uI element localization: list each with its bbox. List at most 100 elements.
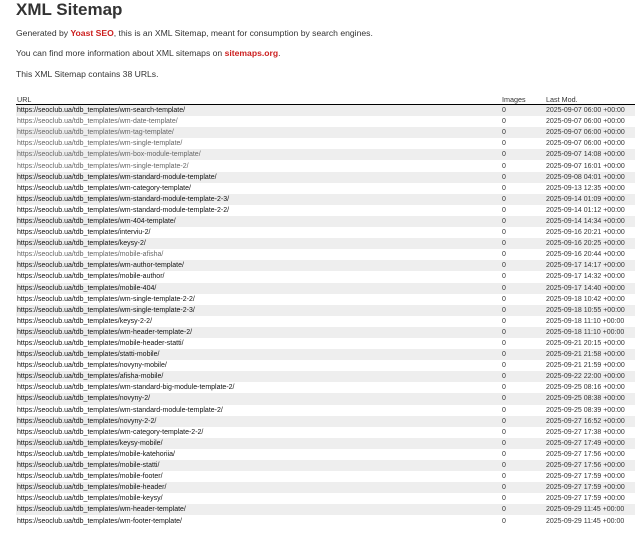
last-mod-cell: 2025-09-27 17:59 +00:00 xyxy=(545,471,635,483)
sitemap-url-link[interactable]: https://seoclub.ua/tdb_templates/wm-date… xyxy=(17,118,178,125)
last-mod-cell: 2025-09-27 17:59 +00:00 xyxy=(545,493,635,505)
images-count-cell: 0 xyxy=(501,104,545,117)
sitemap-url-link[interactable]: https://seoclub.ua/tdb_templates/wm-head… xyxy=(17,329,192,336)
sitemap-url-link[interactable]: https://seoclub.ua/tdb_templates/mobile-… xyxy=(17,462,159,469)
url-cell: https://seoclub.ua/tdb_templates/mobile-… xyxy=(16,282,501,294)
sitemap-url-link[interactable]: https://seoclub.ua/tdb_templates/afisha-… xyxy=(17,373,163,380)
sitemap-url-link[interactable]: https://seoclub.ua/tdb_templates/mobile-… xyxy=(17,495,163,502)
url-cell: https://seoclub.ua/tdb_templates/wm-box-… xyxy=(16,149,501,161)
last-mod-cell: 2025-09-27 17:38 +00:00 xyxy=(545,426,635,438)
sitemap-url-link[interactable]: https://seoclub.ua/tdb_templates/wm-stan… xyxy=(17,174,217,181)
last-mod-cell: 2025-09-27 16:52 +00:00 xyxy=(545,415,635,427)
table-row: https://seoclub.ua/tdb_templates/novyny-… xyxy=(16,393,635,405)
last-mod-cell: 2025-09-16 20:44 +00:00 xyxy=(545,249,635,261)
sitemap-url-link[interactable]: https://seoclub.ua/tdb_templates/wm-tag-… xyxy=(17,129,174,136)
sitemap-url-link[interactable]: https://seoclub.ua/tdb_templates/wm-auth… xyxy=(17,262,184,269)
last-mod-cell: 2025-09-18 11:10 +00:00 xyxy=(545,326,635,338)
url-cell: https://seoclub.ua/tdb_templates/mobile-… xyxy=(16,448,501,460)
images-count-cell: 0 xyxy=(501,238,545,250)
sitemap-url-link[interactable]: https://seoclub.ua/tdb_templates/mobile-… xyxy=(17,273,164,280)
images-count-cell: 0 xyxy=(501,371,545,383)
sitemap-url-link[interactable]: https://seoclub.ua/tdb_templates/wm-cate… xyxy=(17,429,203,436)
table-row: https://seoclub.ua/tdb_templates/mobile-… xyxy=(16,282,635,294)
url-cell: https://seoclub.ua/tdb_templates/novyny-… xyxy=(16,360,501,372)
images-count-cell: 0 xyxy=(501,249,545,261)
sitemap-url-link[interactable]: https://seoclub.ua/tdb_templates/wm-404-… xyxy=(17,218,176,225)
url-cell: https://seoclub.ua/tdb_templates/keysy-2… xyxy=(16,315,501,327)
sitemap-url-link[interactable]: https://seoclub.ua/tdb_templates/keysy-2… xyxy=(17,318,152,325)
images-count-cell: 0 xyxy=(501,271,545,283)
last-mod-cell: 2025-09-29 11:45 +00:00 xyxy=(545,504,635,516)
last-mod-cell: 2025-09-14 01:09 +00:00 xyxy=(545,193,635,205)
url-cell: https://seoclub.ua/tdb_templates/wm-404-… xyxy=(16,215,501,228)
sitemap-url-link[interactable]: https://seoclub.ua/tdb_templates/mobile-… xyxy=(17,285,156,292)
table-row: https://seoclub.ua/tdb_templates/mobile-… xyxy=(16,448,635,460)
sitemap-url-link[interactable]: https://seoclub.ua/tdb_templates/wm-stan… xyxy=(17,207,229,214)
sitemap-url-link[interactable]: https://seoclub.ua/tdb_templates/mobile-… xyxy=(17,473,163,480)
url-count-text: This XML Sitemap contains 38 URLs. xyxy=(16,69,159,79)
sitemap-url-link[interactable]: https://seoclub.ua/tdb_templates/intervi… xyxy=(17,229,150,236)
sitemap-url-link[interactable]: https://seoclub.ua/tdb_templates/wm-sing… xyxy=(17,163,189,170)
column-header-images: Images xyxy=(501,95,545,105)
sitemap-url-link[interactable]: https://seoclub.ua/tdb_templates/keysy-2… xyxy=(17,240,146,247)
table-row: https://seoclub.ua/tdb_templates/wm-cate… xyxy=(16,182,635,194)
last-mod-cell: 2025-09-27 17:56 +00:00 xyxy=(545,448,635,460)
last-mod-cell: 2025-09-07 06:00 +00:00 xyxy=(545,116,635,128)
url-cell: https://seoclub.ua/tdb_templates/wm-tag-… xyxy=(16,127,501,139)
sitemap-url-link[interactable]: https://seoclub.ua/tdb_templates/novyny-… xyxy=(17,395,150,402)
table-row: https://seoclub.ua/tdb_templates/mobile-… xyxy=(16,249,635,261)
sitemap-url-link[interactable]: https://seoclub.ua/tdb_templates/novyny-… xyxy=(17,418,156,425)
sitemaps-org-link[interactable]: sitemaps.org xyxy=(225,48,279,58)
sitemap-url-link[interactable]: https://seoclub.ua/tdb_templates/wm-foot… xyxy=(17,518,182,525)
sitemap-url-link[interactable]: https://seoclub.ua/tdb_templates/mobile-… xyxy=(17,340,184,347)
last-mod-cell: 2025-09-17 14:32 +00:00 xyxy=(545,271,635,283)
last-mod-cell: 2025-09-14 14:34 +00:00 xyxy=(545,215,635,228)
info-suffix: . xyxy=(278,48,281,58)
images-count-cell: 0 xyxy=(501,127,545,139)
images-count-cell: 0 xyxy=(501,504,545,516)
sitemap-url-link[interactable]: https://seoclub.ua/tdb_templates/wm-stan… xyxy=(17,384,235,391)
images-count-cell: 0 xyxy=(501,315,545,327)
last-mod-cell: 2025-09-25 08:38 +00:00 xyxy=(545,393,635,405)
sitemap-url-link[interactable]: https://seoclub.ua/tdb_templates/statti-… xyxy=(17,351,159,358)
table-row: https://seoclub.ua/tdb_templates/keysy-2… xyxy=(16,238,635,250)
url-cell: https://seoclub.ua/tdb_templates/keysy-m… xyxy=(16,437,501,449)
sitemap-url-link[interactable]: https://seoclub.ua/tdb_templates/wm-sing… xyxy=(17,140,182,147)
sitemap-url-link[interactable]: https://seoclub.ua/tdb_templates/wm-sear… xyxy=(17,107,185,114)
images-count-cell: 0 xyxy=(501,460,545,472)
images-count-cell: 0 xyxy=(501,437,545,449)
url-cell: https://seoclub.ua/tdb_templates/wm-stan… xyxy=(16,171,501,183)
url-cell: https://seoclub.ua/tdb_templates/mobile-… xyxy=(16,271,501,283)
sitemap-url-link[interactable]: https://seoclub.ua/tdb_templates/mobile-… xyxy=(17,484,166,491)
yoast-seo-link[interactable]: Yoast SEO xyxy=(70,28,113,38)
url-cell: https://seoclub.ua/tdb_templates/wm-auth… xyxy=(16,260,501,272)
url-cell: https://seoclub.ua/tdb_templates/wm-cate… xyxy=(16,426,501,438)
last-mod-cell: 2025-09-18 10:42 +00:00 xyxy=(545,293,635,305)
table-header-row: URL Images Last Mod. xyxy=(16,95,635,105)
url-cell: https://seoclub.ua/tdb_templates/statti-… xyxy=(16,349,501,361)
images-count-cell: 0 xyxy=(501,282,545,294)
sitemap-url-link[interactable]: https://seoclub.ua/tdb_templates/novyny-… xyxy=(17,362,167,369)
sitemap-url-link[interactable]: https://seoclub.ua/tdb_templates/wm-cate… xyxy=(17,185,191,192)
last-mod-cell: 2025-09-17 14:17 +00:00 xyxy=(545,260,635,272)
sitemap-url-link[interactable]: https://seoclub.ua/tdb_templates/wm-head… xyxy=(17,506,186,513)
url-cell: https://seoclub.ua/tdb_templates/novyny-… xyxy=(16,415,501,427)
sitemap-url-link[interactable]: https://seoclub.ua/tdb_templates/wm-sing… xyxy=(17,296,195,303)
images-count-cell: 0 xyxy=(501,160,545,172)
table-row: https://seoclub.ua/tdb_templates/wm-cate… xyxy=(16,426,635,438)
sitemap-url-link[interactable]: https://seoclub.ua/tdb_templates/wm-box-… xyxy=(17,151,201,158)
sitemap-url-link[interactable]: https://seoclub.ua/tdb_templates/wm-stan… xyxy=(17,196,229,203)
table-row: https://seoclub.ua/tdb_templates/wm-sear… xyxy=(16,104,635,117)
table-row: https://seoclub.ua/tdb_templates/keysy-2… xyxy=(16,315,635,327)
images-count-cell: 0 xyxy=(501,204,545,216)
info-prefix: You can find more information about XML … xyxy=(16,48,225,58)
url-cell: https://seoclub.ua/tdb_templates/wm-sear… xyxy=(16,104,501,117)
sitemap-url-link[interactable]: https://seoclub.ua/tdb_templates/mobile-… xyxy=(17,451,175,458)
url-cell: https://seoclub.ua/tdb_templates/wm-head… xyxy=(16,504,501,516)
sitemap-url-link[interactable]: https://seoclub.ua/tdb_templates/mobile-… xyxy=(17,251,163,258)
sitemap-url-link[interactable]: https://seoclub.ua/tdb_templates/keysy-m… xyxy=(17,440,163,447)
table-row: https://seoclub.ua/tdb_templates/mobile-… xyxy=(16,337,635,350)
last-mod-cell: 2025-09-08 04:01 +00:00 xyxy=(545,171,635,183)
sitemap-url-link[interactable]: https://seoclub.ua/tdb_templates/wm-sing… xyxy=(17,307,195,314)
sitemap-url-link[interactable]: https://seoclub.ua/tdb_templates/wm-stan… xyxy=(17,407,223,414)
